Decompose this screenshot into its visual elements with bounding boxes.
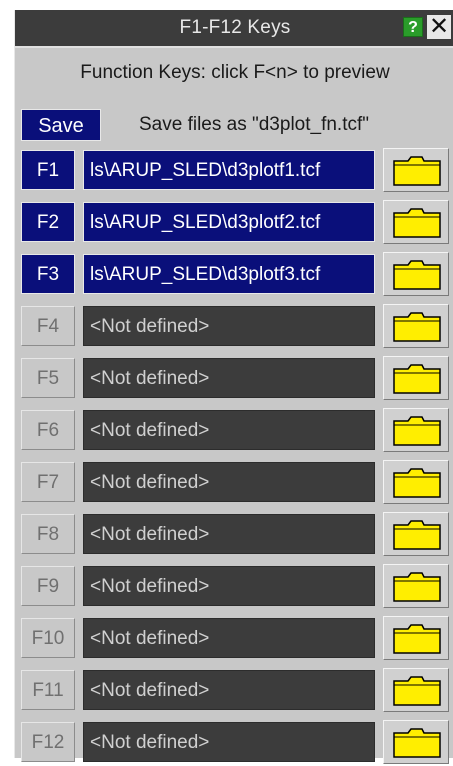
instruction-text: Function Keys: click F<n> to preview	[80, 62, 390, 83]
function-key-file-field[interactable]: <Not defined>	[83, 722, 375, 762]
function-key-button-f3[interactable]: F3	[21, 254, 75, 294]
browse-folder-button[interactable]	[383, 564, 449, 608]
function-key-row: F11 <Not defined>	[15, 668, 453, 714]
function-key-file-field[interactable]: <Not defined>	[83, 618, 375, 658]
function-key-button-f4[interactable]: F4	[21, 306, 75, 346]
function-key-file-field[interactable]: <Not defined>	[83, 462, 375, 502]
function-key-button-f10[interactable]: F10	[21, 618, 75, 658]
folder-icon	[393, 676, 441, 706]
function-key-file-field[interactable]: <Not defined>	[83, 514, 375, 554]
browse-folder-button[interactable]	[383, 720, 449, 764]
browse-folder-button[interactable]	[383, 252, 449, 296]
function-key-row: F8 <Not defined>	[15, 512, 453, 558]
folder-icon	[393, 416, 441, 446]
function-key-button-f6[interactable]: F6	[21, 410, 75, 450]
function-key-button-f5[interactable]: F5	[21, 358, 75, 398]
function-key-button-f12[interactable]: F12	[21, 722, 75, 762]
function-key-row: F6 <Not defined>	[15, 408, 453, 454]
function-key-file-field[interactable]: ls\ARUP_SLED\d3plotf2.tcf	[83, 202, 375, 242]
function-key-row: F3 ls\ARUP_SLED\d3plotf3.tcf	[15, 252, 453, 298]
browse-folder-button[interactable]	[383, 200, 449, 244]
help-icon[interactable]: ?	[403, 17, 423, 37]
function-key-row: F2 ls\ARUP_SLED\d3plotf2.tcf	[15, 200, 453, 246]
browse-folder-button[interactable]	[383, 668, 449, 712]
folder-icon	[393, 208, 441, 238]
browse-folder-button[interactable]	[383, 356, 449, 400]
browse-folder-button[interactable]	[383, 148, 449, 192]
function-key-file-field[interactable]: <Not defined>	[83, 306, 375, 346]
function-key-file-field[interactable]: ls\ARUP_SLED\d3plotf1.tcf	[83, 150, 375, 190]
function-keys-panel: F1-F12 Keys ? ✕ Function Keys: click F<n…	[14, 10, 453, 764]
folder-icon	[393, 728, 441, 758]
folder-icon	[393, 364, 441, 394]
function-key-file-field[interactable]: <Not defined>	[83, 358, 375, 398]
title-bar[interactable]: F1-F12 Keys ? ✕	[15, 10, 453, 48]
browse-folder-button[interactable]	[383, 616, 449, 660]
function-key-row: F1 ls\ARUP_SLED\d3plotf1.tcf	[15, 148, 453, 194]
function-key-row: F12 <Not defined>	[15, 720, 453, 766]
folder-icon	[393, 260, 441, 290]
folder-icon	[393, 468, 441, 498]
function-key-row: F5 <Not defined>	[15, 356, 453, 402]
save-button[interactable]: Save	[21, 109, 101, 141]
browse-folder-button[interactable]	[383, 512, 449, 556]
function-key-button-f11[interactable]: F11	[21, 670, 75, 710]
function-key-row: F10 <Not defined>	[15, 616, 453, 662]
function-key-file-field[interactable]: <Not defined>	[83, 670, 375, 710]
function-key-button-f8[interactable]: F8	[21, 514, 75, 554]
close-icon[interactable]: ✕	[427, 15, 451, 39]
function-key-button-f7[interactable]: F7	[21, 462, 75, 502]
function-key-row: F7 <Not defined>	[15, 460, 453, 506]
browse-folder-button[interactable]	[383, 408, 449, 452]
function-key-file-field[interactable]: ls\ARUP_SLED\d3plotf3.tcf	[83, 254, 375, 294]
function-key-row: F4 <Not defined>	[15, 304, 453, 350]
folder-icon	[393, 156, 441, 186]
function-key-file-field[interactable]: <Not defined>	[83, 410, 375, 450]
function-key-row: F9 <Not defined>	[15, 564, 453, 610]
function-key-button-f1[interactable]: F1	[21, 150, 75, 190]
folder-icon	[393, 520, 441, 550]
folder-icon	[393, 624, 441, 654]
function-key-button-f9[interactable]: F9	[21, 566, 75, 606]
browse-folder-button[interactable]	[383, 460, 449, 504]
browse-folder-button[interactable]	[383, 304, 449, 348]
folder-icon	[393, 572, 441, 602]
function-key-file-field[interactable]: <Not defined>	[83, 566, 375, 606]
function-key-button-f2[interactable]: F2	[21, 202, 75, 242]
window-title: F1-F12 Keys	[179, 17, 291, 38]
folder-icon	[393, 312, 441, 342]
save-description: Save files as "d3plot_fn.tcf"	[139, 114, 370, 135]
